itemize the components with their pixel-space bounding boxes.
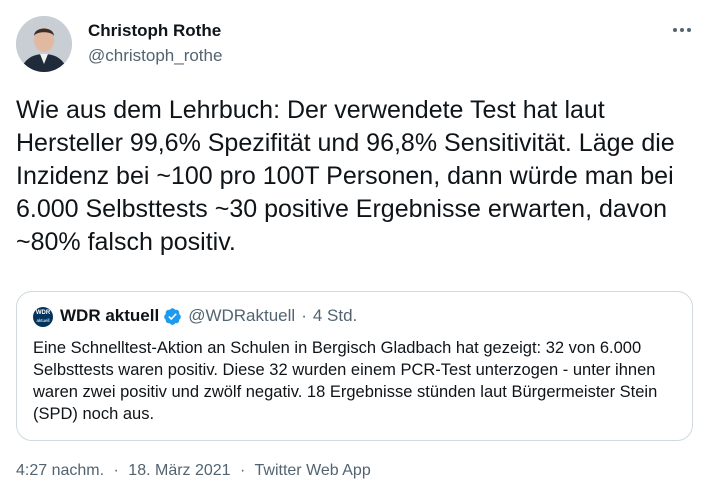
more-options-icon[interactable] (668, 20, 696, 40)
tweet-source[interactable]: Twitter Web App (255, 462, 371, 479)
logo-text-top: WDR (35, 310, 51, 316)
author-avatar[interactable] (16, 16, 72, 72)
author-name[interactable]: Christoph Rothe (88, 21, 221, 41)
quoted-author-handle: @WDRaktuell (188, 306, 296, 325)
quoted-tweet[interactable]: WDR aktuell WDR aktuell @WDRaktuell · 4 … (16, 291, 693, 441)
tweet-date[interactable]: 18. März 2021 (128, 462, 230, 479)
logo-text-bottom: aktuell (36, 318, 50, 323)
quoted-author-name: WDR aktuell (60, 306, 160, 325)
quoted-header: WDR aktuell @WDRaktuell · 4 Std. (60, 306, 357, 326)
wdr-logo-icon: WDR aktuell (33, 307, 53, 327)
verified-badge-icon (164, 307, 181, 325)
avatar-image (16, 16, 72, 72)
tweet-time[interactable]: 4:27 nachm. (16, 462, 104, 479)
tweet-text: Wie aus dem Lehrbuch: Der verwendete Tes… (16, 96, 682, 256)
tweet-metadata: 4:27 nachm. · 18. März 2021 · Twitter We… (16, 462, 371, 480)
quoted-separator: · (301, 306, 307, 325)
author-handle[interactable]: @christoph_rothe (88, 46, 222, 66)
meta-separator: · (240, 462, 246, 479)
quoted-timestamp[interactable]: 4 Std. (313, 306, 357, 326)
meta-separator: · (113, 462, 119, 479)
quoted-tweet-text: Eine Schnelltest-Aktion an Schulen in Be… (33, 339, 658, 423)
